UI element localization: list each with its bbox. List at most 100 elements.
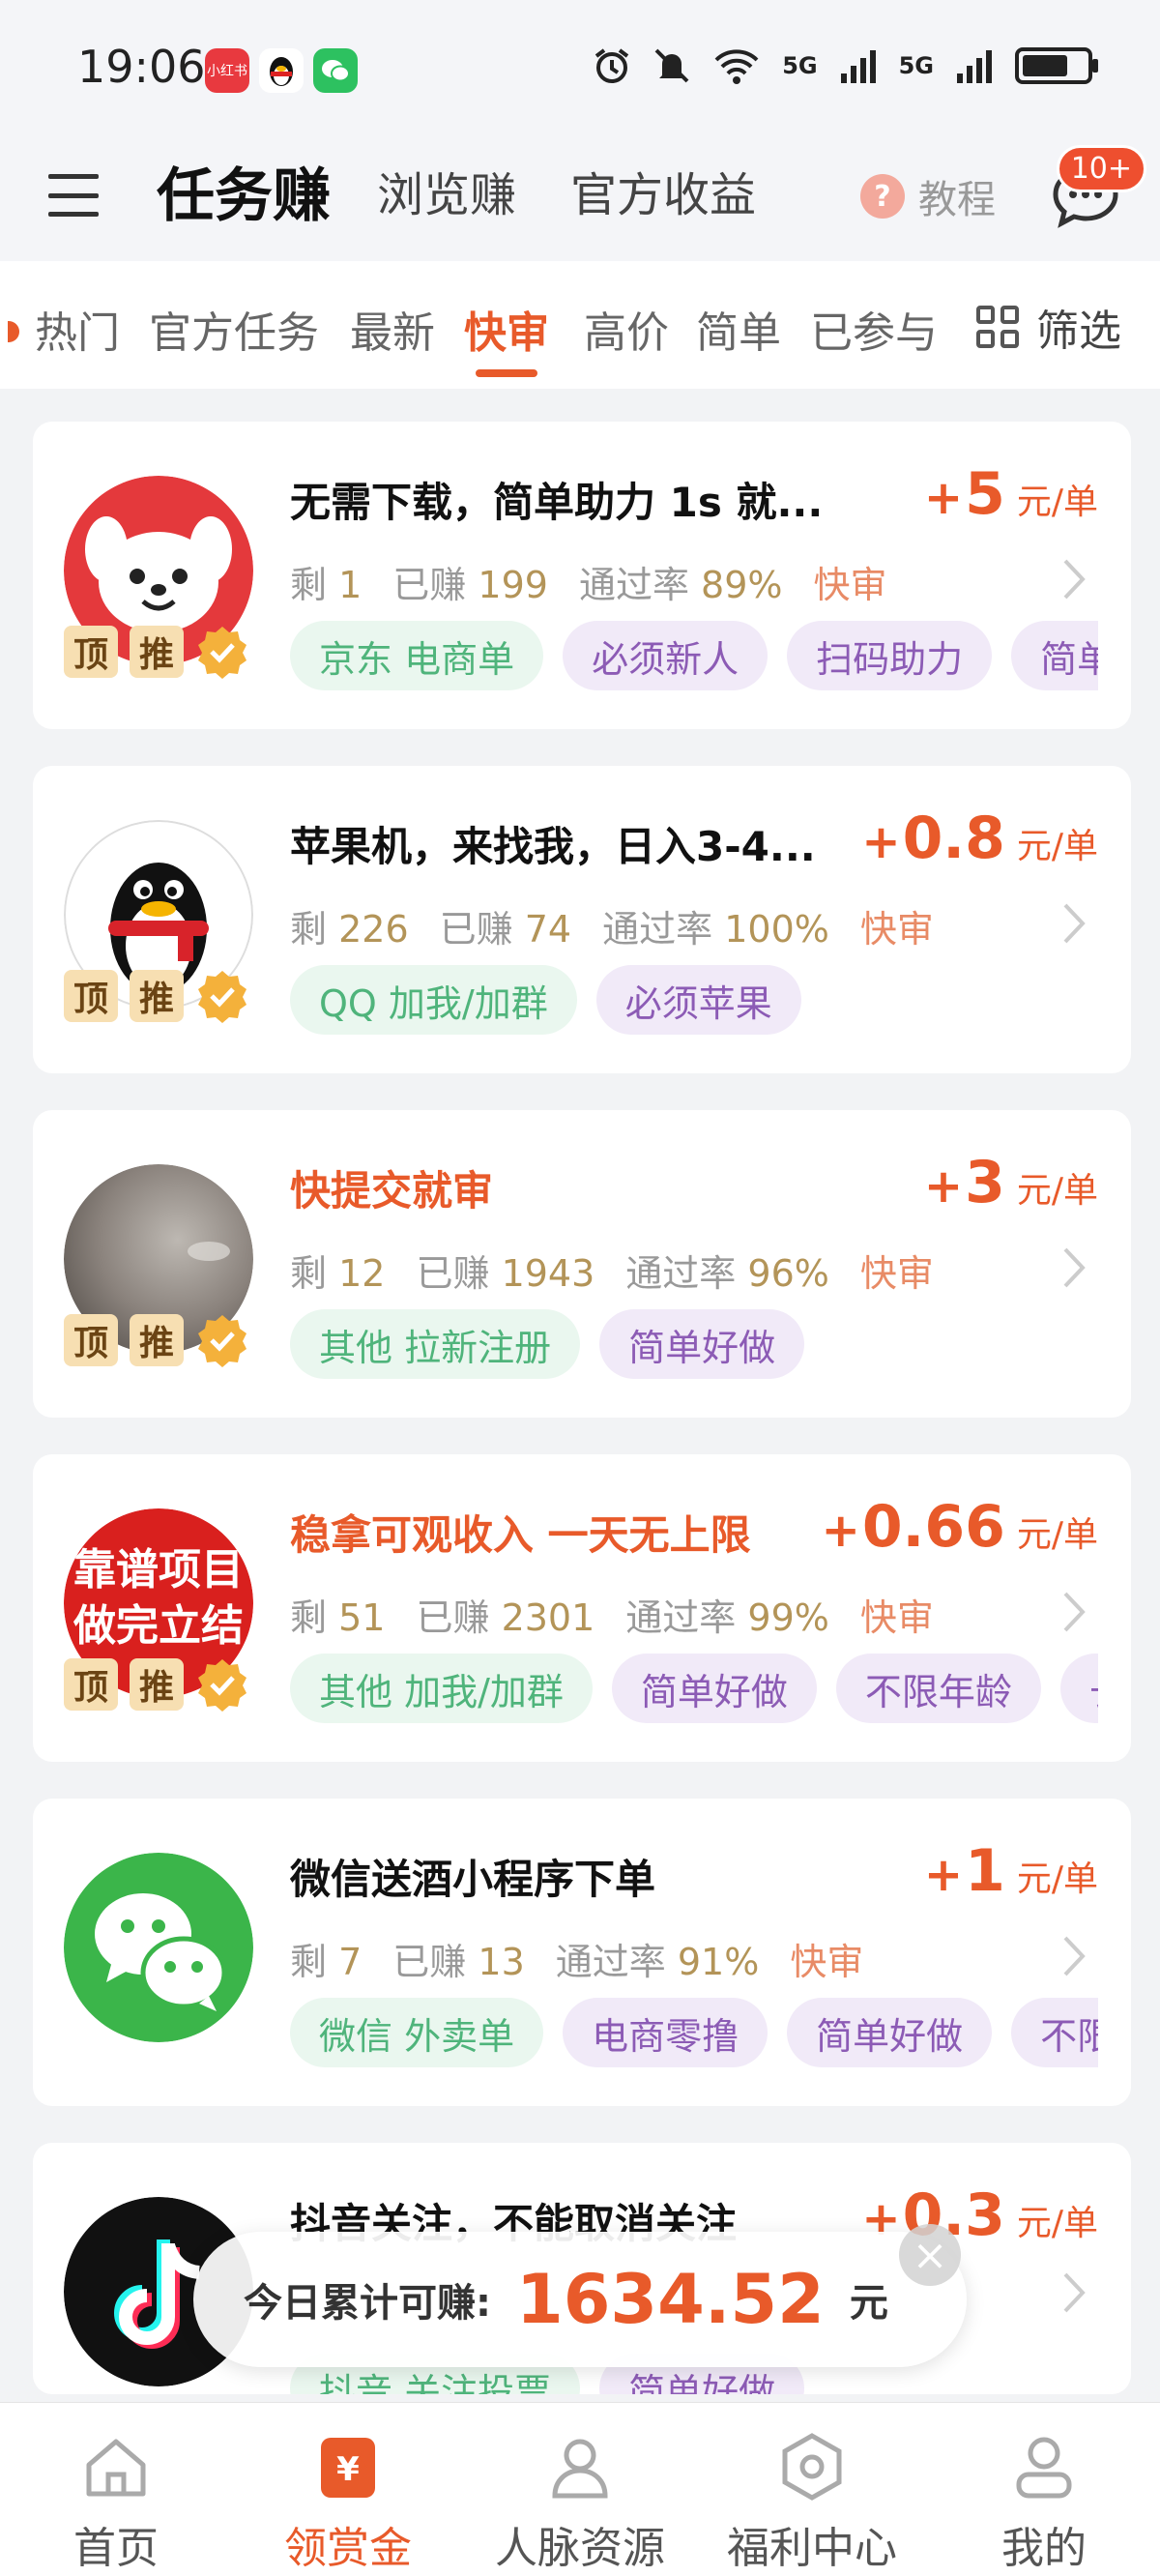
price-unit: 元/单: [1016, 1171, 1098, 1211]
earned-count: 199: [478, 564, 548, 606]
task-stats: 剩 226 已赚 74 通过率 100% 快审: [290, 899, 934, 952]
pass-rate-value: 100%: [724, 908, 829, 951]
task-title: 快提交就审: [290, 1167, 494, 1215]
task-price: +3 元/单: [924, 1149, 1098, 1216]
task-price: +0.8 元/单: [861, 805, 1098, 872]
pass-rate-label: 通过率: [555, 1941, 666, 1983]
nav-home[interactable]: 首页: [0, 2403, 232, 2576]
svg-text:靠谱项目: 靠谱项目: [73, 1545, 244, 1595]
tutorial-button[interactable]: ? 教程: [860, 168, 996, 224]
remaining-label: 剩: [290, 1941, 328, 1983]
filter-label: 筛选: [1036, 307, 1121, 356]
home-icon: [86, 2439, 146, 2497]
push-badge: 推: [130, 970, 184, 1022]
task-title: 稳拿可观收入 一天无上限: [290, 1511, 751, 1559]
price-value: 0.8: [902, 805, 1005, 872]
nav-bounty[interactable]: ¥ 领赏金: [232, 2403, 464, 2576]
fast-review-label: 快审: [790, 1941, 864, 1983]
task-card[interactable]: 顶推 苹果机，来找我，日入3-4... +0.8 元/单剩 226 已赚 74 通过率 1…: [33, 766, 1131, 1073]
top-badge: 顶: [64, 1658, 118, 1711]
signal-1-label: 5G: [782, 52, 818, 79]
task-stats: 剩 51 已赚 2301 通过率 99% 快审: [290, 1588, 934, 1641]
active-tab-underline: [476, 369, 537, 377]
close-icon[interactable]: ×: [899, 2224, 961, 2286]
signal-1-icon: [840, 50, 876, 83]
chevron-right-icon[interactable]: [1054, 2269, 1092, 2317]
price-unit: 元/单: [1016, 1515, 1098, 1555]
nav-contacts[interactable]: 人脉资源: [464, 2403, 696, 2576]
remaining-count: 226: [338, 908, 409, 951]
qq-icon: [259, 48, 304, 93]
scroll-indicator: [8, 321, 19, 342]
price-unit: 元/单: [1016, 827, 1098, 866]
remaining-count: 7: [338, 1941, 362, 1983]
subtab-joined[interactable]: 已参与: [810, 298, 938, 360]
earned-label: 已赚: [416, 1252, 490, 1295]
menu-icon[interactable]: [48, 174, 99, 217]
price-plus-sign: +: [923, 1848, 964, 1902]
bounty-icon: ¥: [321, 2438, 375, 2498]
subtab-official[interactable]: 官方任务: [149, 298, 319, 360]
fast-review-label: 快审: [859, 1252, 934, 1295]
chevron-right-icon[interactable]: [1054, 555, 1092, 603]
price-unit: 元/单: [1016, 483, 1098, 522]
xiaohongshu-icon: 小红书: [205, 48, 249, 93]
filter-button[interactable]: 筛选: [957, 296, 1121, 358]
task-card[interactable]: 靠谱项目 做完立结顶推 稳拿可观收入 一天无上限 +0.66 元/单剩 51 已赚 230…: [33, 1454, 1131, 1762]
task-card[interactable]: 顶推 无需下载，简单助力 1s 就... +5 元/单剩 1 已赚 199 通过率 89%…: [33, 422, 1131, 729]
chevron-right-icon[interactable]: [1054, 899, 1092, 948]
task-price: +5 元/单: [924, 460, 1098, 528]
chevron-right-icon[interactable]: [1054, 1932, 1092, 1980]
task-title: 无需下载，简单助力 1s 就...: [290, 479, 824, 526]
pass-rate-label: 通过率: [625, 1596, 737, 1639]
wifi-icon: [714, 49, 759, 84]
wechat-icon: [64, 1853, 253, 2042]
task-tag: 长期: [1059, 1654, 1098, 1723]
verified-check-icon: [198, 627, 246, 679]
top-push-badges: 顶推: [64, 1313, 249, 1367]
subtab-latest[interactable]: 最新: [350, 298, 435, 360]
nav-bounty-label: 领赏金: [284, 2524, 412, 2573]
subtab-high-price[interactable]: 高价: [584, 298, 669, 360]
task-tag: 京东 电商单: [290, 621, 544, 690]
task-tag: 不限年龄: [1011, 1998, 1098, 2067]
nav-profile[interactable]: 我的: [928, 2403, 1160, 2576]
push-badge: 推: [130, 1658, 184, 1711]
task-tags: 微信 外卖单电商零撸简单好做不限年龄: [290, 1998, 1098, 2067]
price-value: 1: [965, 1837, 1005, 1905]
price-plus-sign: +: [861, 815, 901, 869]
nav-welfare[interactable]: 福利中心: [696, 2403, 928, 2576]
task-card[interactable]: 顶推 快提交就审 +3 元/单剩 12 已赚 1943 通过率 96% 快审 其他 拉新注册简…: [33, 1110, 1131, 1418]
chevron-right-icon[interactable]: [1054, 1244, 1092, 1292]
earnings-amount: 1634.52: [516, 2260, 825, 2339]
tab-browse-earn[interactable]: 浏览赚: [377, 157, 516, 224]
tab-official-income[interactable]: 官方收益: [570, 157, 756, 224]
tab-task-earn[interactable]: 任务赚: [157, 149, 331, 233]
mute-icon: [654, 48, 689, 83]
task-tag: QQ 加我/加群: [290, 965, 577, 1035]
signal-2-icon: [957, 50, 992, 83]
earnings-unit: 元: [849, 2281, 888, 2326]
task-tags: 其他 加我/加群简单好做不限年龄长期: [290, 1654, 1098, 1723]
task-tag: 微信 外卖单: [290, 1998, 544, 2067]
subtab-simple[interactable]: 简单: [696, 298, 781, 360]
task-tag: 电商零撸: [563, 1998, 768, 2067]
fast-review-label: 快审: [859, 1596, 934, 1639]
tutorial-label: 教程: [918, 178, 996, 222]
task-price: +1 元/单: [924, 1837, 1098, 1905]
battery-icon: [1015, 47, 1098, 84]
chevron-right-icon[interactable]: [1054, 1588, 1092, 1636]
subtab-hot[interactable]: 热门: [35, 298, 120, 360]
earned-count: 74: [524, 908, 572, 951]
subtab-fast-review[interactable]: 快审: [464, 298, 549, 360]
remaining-count: 51: [338, 1596, 386, 1639]
task-tag: 简单好做: [787, 1998, 993, 2067]
pass-rate-label: 通过率: [578, 564, 689, 606]
top-push-badges: 顶推: [64, 625, 249, 679]
price-value: 3: [965, 1149, 1005, 1216]
task-tag: 必须新人: [563, 621, 768, 690]
top-badge: 顶: [64, 1314, 118, 1366]
task-card[interactable]: 微信送酒小程序下单 +1 元/单剩 7 已赚 13 通过率 91% 快审 微信 外卖单 电商零…: [33, 1799, 1131, 2106]
task-tag: 必须苹果: [595, 965, 801, 1035]
today-earnings-bar: 今日累计可赚: 1634.52 元: [193, 2232, 967, 2367]
